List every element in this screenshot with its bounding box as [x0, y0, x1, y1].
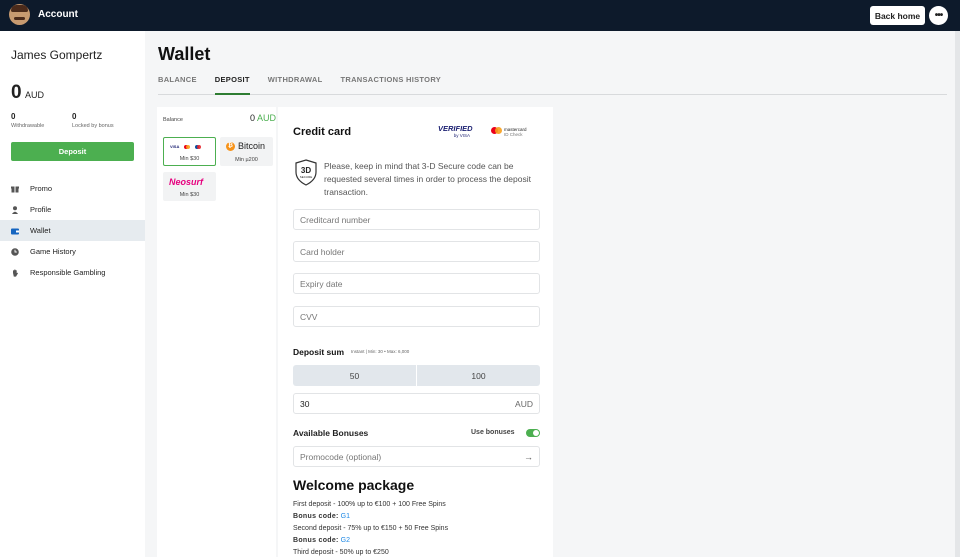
- sidebar-item-label: Profile: [30, 205, 52, 214]
- sidebar-item-responsible-gambling[interactable]: Responsible Gambling: [0, 262, 145, 283]
- card-logos: VISA: [170, 144, 202, 149]
- withdrawable-value: 0: [11, 112, 16, 121]
- clock-icon: [11, 247, 19, 256]
- cvv-field[interactable]: [293, 306, 540, 327]
- maestro-icon: [195, 144, 202, 149]
- method-neosurf[interactable]: Neosurf Min $30: [163, 172, 216, 201]
- withdrawable-label: Withdrawable: [11, 123, 45, 129]
- card-holder-field[interactable]: [293, 241, 540, 262]
- sidebar-item-label: Promo: [30, 184, 53, 193]
- methods-balance: 0 AUD: [250, 113, 276, 123]
- mastercard-id-check-logo: mastercard ID Check: [491, 127, 527, 137]
- more-options-icon[interactable]: •••: [929, 6, 948, 25]
- amount-options: 50 100: [293, 365, 540, 386]
- gift-icon: [11, 185, 19, 193]
- scrollbar[interactable]: [955, 31, 960, 557]
- sidebar-nav: Promo Profile Wallet Game History Respon…: [0, 178, 145, 283]
- deposit-amount-currency: AUD: [515, 398, 533, 409]
- sidebar-item-wallet[interactable]: Wallet: [0, 220, 145, 241]
- arrow-right-icon[interactable]: →: [524, 452, 533, 462]
- method-min: Min $30: [179, 156, 200, 162]
- visa-icon: VISA: [170, 144, 180, 149]
- promocode-placeholder: Promocode (optional): [300, 451, 382, 462]
- method-min: Min $30: [179, 192, 200, 198]
- methods-balance-label: Balance: [163, 117, 183, 123]
- bonus-code-g1[interactable]: G1: [341, 513, 350, 520]
- user-name: James Gompertz: [11, 48, 103, 62]
- bonus-code-g2[interactable]: G2: [341, 537, 350, 544]
- verified-by-visa-logo: VERIFIED by VISA: [438, 124, 473, 138]
- sidebar-item-label: Game History: [30, 247, 76, 256]
- promocode-input[interactable]: Promocode (optional) →: [293, 446, 540, 467]
- bonus-code-label: Bonus code:: [293, 537, 339, 544]
- sidebar-item-promo[interactable]: Promo: [0, 178, 145, 199]
- account-sidebar: James Gompertz 0 AUD 0 Withdrawable 0 Lo…: [0, 31, 145, 557]
- sidebar-item-profile[interactable]: Profile: [0, 199, 145, 220]
- form-title: Credit card: [293, 126, 352, 138]
- sidebar-item-game-history[interactable]: Game History: [0, 241, 145, 262]
- locked-label: Locked by bonus: [72, 123, 114, 129]
- method-bitcoin[interactable]: ₿ Bitcoin Min µ200: [220, 137, 273, 166]
- deposit-button[interactable]: Deposit: [11, 142, 134, 161]
- use-bonuses-label: Use bonuses: [471, 429, 515, 436]
- deposit-amount-value: 30: [300, 398, 310, 409]
- bitcoin-icon: ₿: [226, 141, 235, 151]
- user-icon: [11, 205, 19, 214]
- tab-deposit[interactable]: DEPOSIT: [214, 74, 250, 95]
- available-bonuses-label: Available Bonuses: [293, 428, 369, 438]
- methods-balance-currency: AUD: [256, 113, 276, 123]
- locked-value: 0: [72, 112, 77, 121]
- balance-currency: AUD: [25, 90, 45, 100]
- method-min: Min µ200: [235, 157, 258, 163]
- sidebar-item-label: Responsible Gambling: [30, 268, 106, 277]
- mastercard-icon: [491, 127, 502, 134]
- mastercard-icon: [184, 144, 191, 149]
- amount-option-100[interactable]: 100: [417, 365, 540, 386]
- avatar[interactable]: [9, 4, 30, 25]
- neosurf-logo: Neosurf: [169, 177, 204, 187]
- card-number-field[interactable]: [293, 209, 540, 230]
- methods-balance-value: 0: [249, 113, 255, 123]
- deposit-form: Credit card VERIFIED by VISA mastercard …: [278, 107, 553, 557]
- page-title: Wallet: [158, 44, 211, 64]
- svg-text:SECURE: SECURE: [300, 175, 313, 179]
- back-home-button[interactable]: Back home: [870, 6, 925, 25]
- deposit-amount-input[interactable]: 30 AUD: [293, 393, 540, 414]
- sidebar-item-label: Wallet: [30, 226, 51, 235]
- svg-text:3D: 3D: [301, 166, 311, 175]
- hand-icon: [11, 269, 19, 277]
- amount-option-50[interactable]: 50: [293, 365, 416, 386]
- 3d-secure-icon: 3D SECURE: [294, 159, 318, 186]
- expiry-date-field[interactable]: [293, 273, 540, 294]
- method-credit-card[interactable]: VISA Min $30: [163, 137, 216, 166]
- tab-withdrawal[interactable]: WITHDRAWAL: [268, 74, 323, 95]
- package-line-1: First deposit - 100% up to €100 + 100 Fr…: [293, 501, 446, 508]
- tab-balance[interactable]: BALANCE: [158, 74, 197, 95]
- top-bar: Account Back home •••: [0, 0, 960, 31]
- welcome-package-details: First deposit - 100% up to €100 + 100 Fr…: [293, 499, 448, 557]
- account-link[interactable]: Account: [38, 9, 78, 20]
- payment-methods-panel: Balance 0 AUD VISA Min $30 ₿ Bitcoin Min…: [157, 107, 276, 557]
- wallet-tabs: BALANCE DEPOSIT WITHDRAWAL TRANSACTIONS …: [158, 74, 947, 95]
- welcome-package-title: Welcome package: [293, 477, 415, 493]
- bonus-code-label: Bonus code:: [293, 513, 339, 520]
- deposit-sum-info: Instant | Min: 30 • Max: 6,000: [351, 349, 410, 354]
- wallet-icon: [11, 227, 19, 235]
- package-line-2: Second deposit - 75% up to €150 + 50 Fre…: [293, 525, 449, 532]
- package-line-3: Third deposit - 50% up to €250: [293, 549, 389, 556]
- balance-amount: 0: [11, 82, 22, 103]
- tab-transactions-history[interactable]: TRANSACTIONS HISTORY: [340, 74, 441, 95]
- deposit-sum-label: Deposit sum: [293, 347, 345, 357]
- use-bonuses-toggle[interactable]: [526, 429, 540, 437]
- bitcoin-label: Bitcoin: [238, 141, 266, 151]
- 3d-secure-note: Please, keep in mind that 3-D Secure cod…: [324, 161, 531, 197]
